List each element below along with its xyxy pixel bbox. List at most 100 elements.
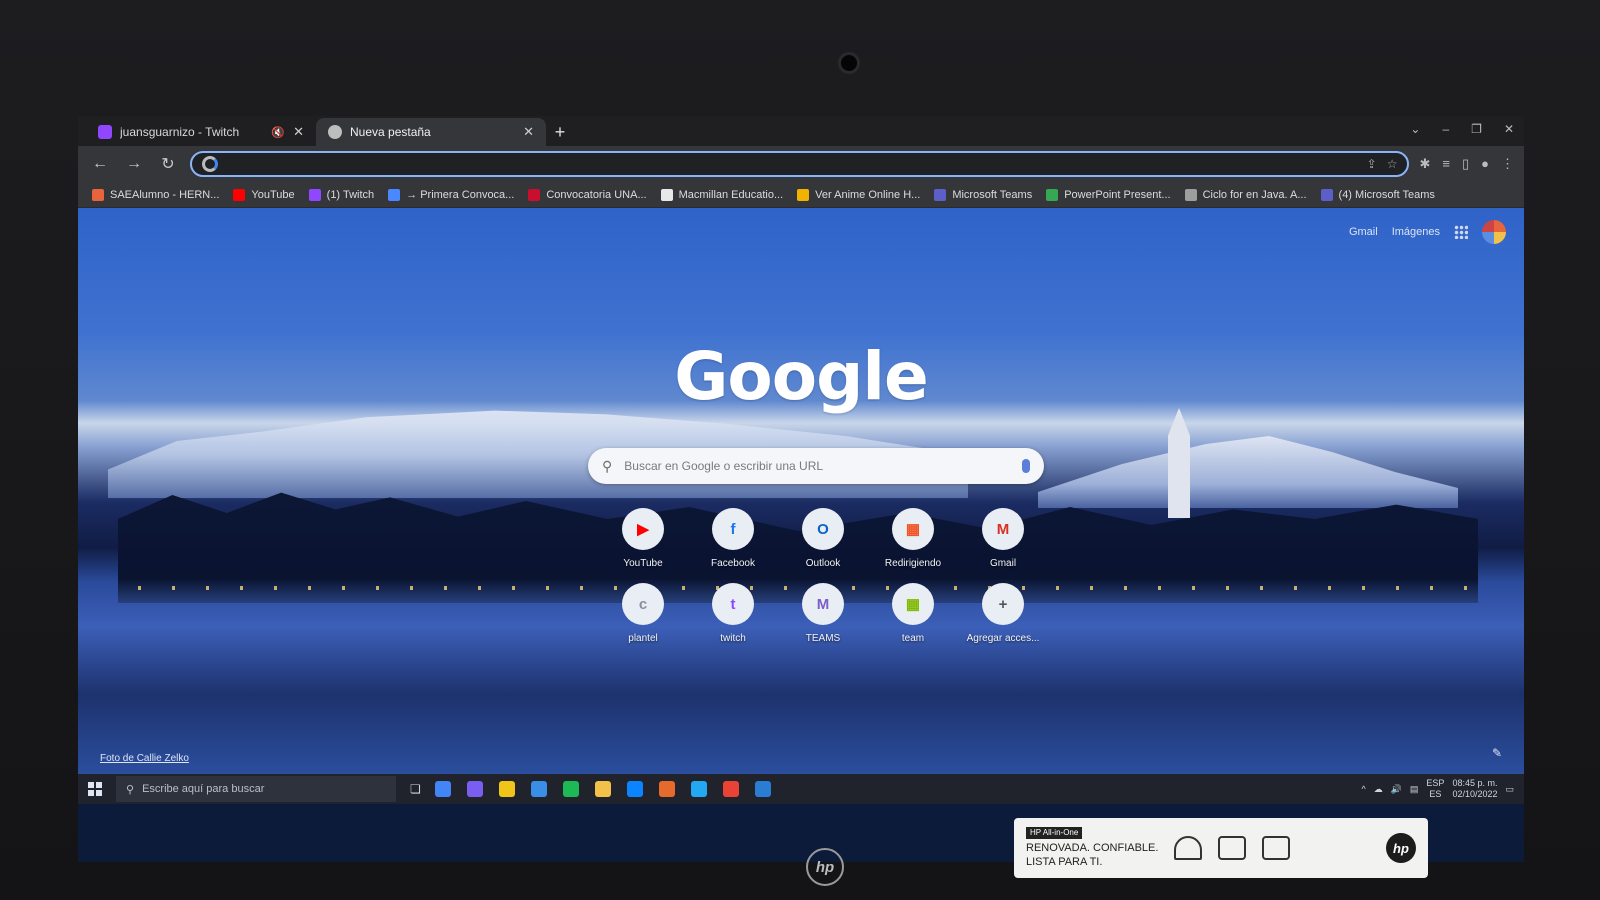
chevron-down-icon[interactable]: ⌄: [1410, 122, 1420, 136]
speaker-muted-icon[interactable]: 🔇: [271, 126, 285, 139]
bookmark-label: Convocatoria UNA...: [546, 188, 647, 201]
gmail-link[interactable]: Gmail: [1349, 226, 1378, 238]
shortcut-label: YouTube: [623, 558, 663, 569]
language-indicator[interactable]: ESP ES: [1426, 778, 1444, 800]
search-input[interactable]: [624, 459, 1010, 473]
taskbar-app-icon[interactable]: [626, 781, 643, 797]
taskbar-app-icon[interactable]: [562, 781, 579, 797]
extensions-puzzle-icon[interactable]: ✱: [1419, 156, 1430, 172]
restore-icon[interactable]: ❐: [1471, 122, 1482, 136]
task-view-icon[interactable]: ❏: [410, 782, 421, 796]
shortcuts-grid: ▶ YouTube f Facebook O Outlook ▦ Redirigiendo M G…: [598, 508, 1048, 644]
google-g-icon: [202, 156, 218, 172]
microphone-icon[interactable]: [1022, 459, 1030, 473]
tab-label: Nueva pestaña: [350, 125, 431, 139]
browser-toolbar: ← → ↻ ⇪ ☆ ✱ ≡ ▯ ● ⋮: [78, 146, 1524, 182]
bookmark-item[interactable]: SAEAlumno - HERN...: [92, 188, 219, 201]
address-input[interactable]: [226, 156, 1359, 172]
tab-strip: juansguarnizo - Twitch 🔇 ✕ Nueva pestaña…: [78, 116, 1524, 146]
shortcut-tile[interactable]: ▦ Redirigiendo: [868, 508, 958, 569]
shortcut-tile[interactable]: + Agregar acces...: [958, 583, 1048, 644]
shortcut-tile[interactable]: f Facebook: [688, 508, 778, 569]
bookmark-item[interactable]: (1) Twitch: [308, 188, 374, 201]
bookmark-favicon-icon: [1184, 188, 1197, 201]
search-icon: ⚲: [126, 783, 135, 796]
search-box[interactable]: ⚲: [588, 448, 1044, 484]
reload-icon[interactable]: ↻: [156, 154, 180, 174]
tab-label: juansguarnizo - Twitch: [120, 125, 240, 139]
shortcut-tile[interactable]: M TEAMS: [778, 583, 868, 644]
new-tab-button[interactable]: +: [546, 118, 574, 146]
close-icon[interactable]: ✕: [523, 124, 534, 140]
share-icon[interactable]: ⇪: [1367, 157, 1377, 171]
images-link[interactable]: Imágenes: [1392, 226, 1440, 238]
bookmark-item[interactable]: Ver Anime Online H...: [797, 188, 921, 201]
clock-date: 02/10/2022: [1452, 789, 1498, 799]
taskbar-app-icon[interactable]: [754, 781, 771, 797]
volume-icon[interactable]: 🔊: [1391, 784, 1402, 795]
bookmark-item[interactable]: Microsoft Teams: [934, 188, 1033, 201]
taskbar-app-icon[interactable]: [530, 781, 547, 797]
photo-credit-link[interactable]: Foto de Callie Zelko: [100, 753, 189, 764]
bookmark-favicon-icon: [308, 188, 321, 201]
hp-monitor-logo: hp: [806, 848, 844, 886]
bookmark-favicon-icon: [934, 188, 947, 201]
shortcut-tile[interactable]: c plantel: [598, 583, 688, 644]
bookmark-favicon-icon: [1046, 188, 1059, 201]
shortcut-tile[interactable]: O Outlook: [778, 508, 868, 569]
taskbar-search[interactable]: ⚲ Escribe aquí para buscar: [116, 776, 396, 802]
taskbar-app-icon[interactable]: [690, 781, 707, 797]
bookmark-item[interactable]: PowerPoint Present...: [1046, 188, 1171, 201]
shortcut-tile[interactable]: ▦ team: [868, 583, 958, 644]
omnibox[interactable]: ⇪ ☆: [190, 151, 1410, 177]
shortcut-label: Agregar acces...: [966, 633, 1040, 644]
taskbar-app-icon[interactable]: [594, 781, 611, 797]
side-panel-icon[interactable]: ▯: [1462, 156, 1469, 172]
twitch-favicon-icon: [98, 125, 112, 139]
bookmark-item[interactable]: → Primera Convoca...: [388, 188, 514, 201]
taskbar-app-icon[interactable]: [658, 781, 675, 797]
close-icon[interactable]: ✕: [293, 124, 304, 140]
shortcut-tile[interactable]: ▶ YouTube: [598, 508, 688, 569]
tab-twitch[interactable]: juansguarnizo - Twitch 🔇 ✕: [86, 118, 316, 146]
bookmark-item[interactable]: Macmillan Educatio...: [660, 188, 784, 201]
bookmark-item[interactable]: Convocatoria UNA...: [528, 188, 647, 201]
bookmark-label: Microsoft Teams: [952, 188, 1033, 201]
new-tab-page: Gmail Imágenes Google ⚲ ▶ YouTube f Faceboo…: [78, 208, 1524, 774]
bookmark-label: Ver Anime Online H...: [815, 188, 921, 201]
shortcut-icon: +: [982, 583, 1024, 625]
bookmark-favicon-icon: [92, 188, 104, 201]
shortcut-tile[interactable]: M Gmail: [958, 508, 1048, 569]
bookmark-item[interactable]: YouTube: [233, 188, 295, 201]
close-window-icon[interactable]: ✕: [1504, 122, 1514, 136]
forward-icon[interactable]: →: [122, 155, 146, 173]
shortcut-tile[interactable]: t twitch: [688, 583, 778, 644]
bookmark-label: Macmillan Educatio...: [678, 188, 784, 201]
bookmark-star-icon[interactable]: ☆: [1387, 157, 1398, 171]
shortcut-icon: ▶: [622, 508, 664, 550]
reading-list-icon[interactable]: ≡: [1442, 156, 1450, 172]
taskbar-app-icon[interactable]: [466, 781, 483, 797]
minimize-icon[interactable]: –: [1442, 122, 1449, 136]
cloud-icon[interactable]: ☁: [1374, 784, 1383, 795]
clock[interactable]: 08:45 p. m. 02/10/2022: [1452, 778, 1497, 800]
customize-pencil-icon[interactable]: ✎: [1492, 746, 1502, 760]
taskbar-search-placeholder: Escribe aquí para buscar: [142, 783, 265, 795]
avatar[interactable]: [1482, 220, 1506, 244]
taskbar-app-icon[interactable]: [434, 781, 451, 797]
back-icon[interactable]: ←: [88, 155, 112, 173]
search-icon: ⚲: [602, 457, 613, 474]
bookmark-item[interactable]: (4) Microsoft Teams: [1320, 188, 1435, 201]
taskbar-app-icon[interactable]: [722, 781, 739, 797]
taskbar-app-icon[interactable]: [498, 781, 515, 797]
notifications-icon[interactable]: ▭: [1505, 784, 1514, 795]
bookmark-item[interactable]: Ciclo for en Java. A...: [1184, 188, 1307, 201]
shortcut-label: Gmail: [989, 558, 1017, 569]
network-icon[interactable]: ▤: [1410, 784, 1419, 795]
windows-start-icon[interactable]: [88, 782, 102, 796]
tab-new-tab[interactable]: Nueva pestaña ✕: [316, 118, 546, 146]
profile-icon[interactable]: ●: [1481, 156, 1489, 172]
menu-kebab-icon[interactable]: ⋮: [1501, 156, 1514, 172]
chevron-up-icon[interactable]: ^: [1361, 784, 1365, 794]
apps-grid-icon[interactable]: [1454, 225, 1468, 239]
